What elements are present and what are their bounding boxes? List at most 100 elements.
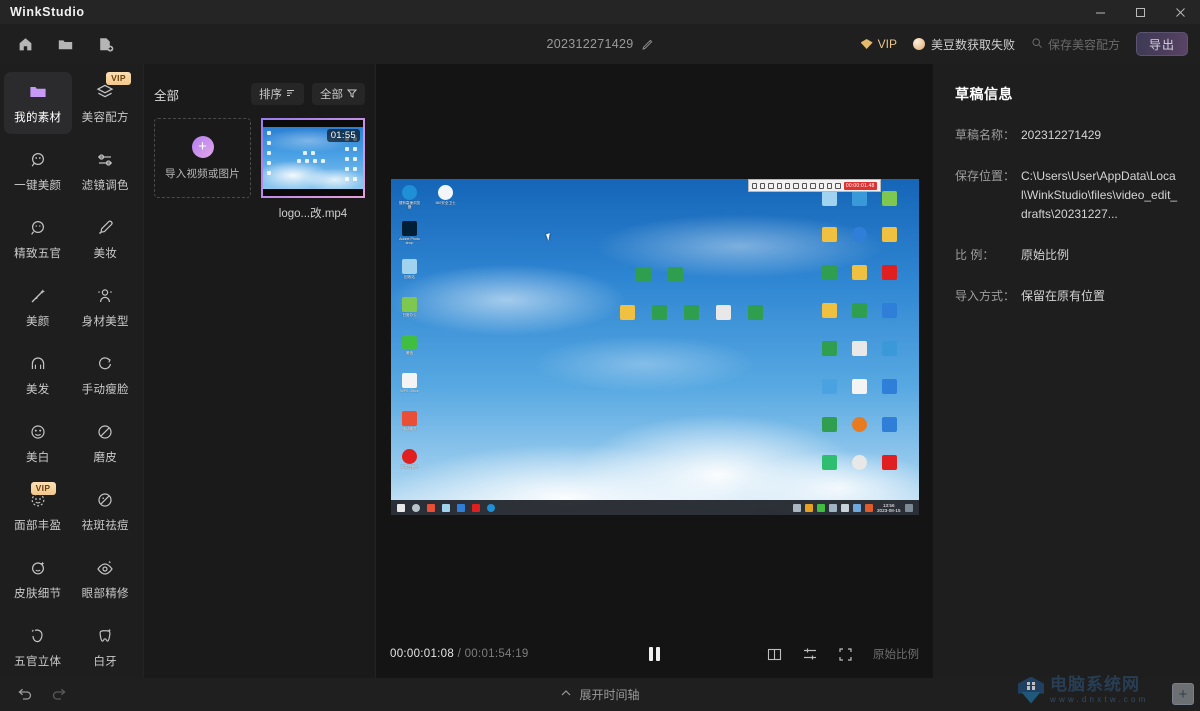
import-media-button[interactable]: + 导入视频或图片 — [154, 118, 251, 198]
split-view-icon[interactable] — [767, 647, 782, 662]
media-thumbnail[interactable]: 01:55 — [261, 118, 365, 198]
highlight-icon — [793, 182, 799, 189]
tool-whiten[interactable]: 美白 — [4, 412, 72, 474]
start-button — [396, 503, 405, 512]
panel-title: 草稿信息 — [955, 86, 1013, 102]
desktop-icon — [819, 303, 841, 318]
new-file-icon[interactable] — [94, 33, 116, 55]
maximize-button[interactable] — [1120, 0, 1160, 24]
filter-button[interactable]: 全部 — [312, 83, 365, 105]
tool-label: 祛斑祛痘 — [81, 520, 129, 532]
bean-status[interactable]: 美豆数获取失败 — [912, 36, 1015, 53]
project-title[interactable]: 202312271429 — [480, 37, 720, 51]
expand-timeline-button[interactable]: 展开时间轴 — [530, 686, 670, 703]
tool-smooth-skin[interactable]: 磨皮 — [72, 412, 140, 474]
tool-beautify[interactable]: 美颜 — [4, 276, 72, 338]
tool-body-shape[interactable]: 身材美型 — [72, 276, 140, 338]
video-preview[interactable]: 搜狗高速浏览器 360安全卫士 Adobe Photoshop 回收站 日常办公… — [390, 179, 919, 515]
info-row-save-path: 保存位置： C:\Users\User\AppData\Local\WinkSt… — [955, 167, 1178, 224]
ratio-button[interactable]: 原始比例 — [873, 646, 919, 662]
save-recipe-button[interactable]: 保存美容配方 — [1031, 36, 1120, 53]
save-recipe-icon — [1031, 37, 1043, 52]
info-key: 保存位置： — [955, 169, 1016, 183]
duration-badge: 01:55 — [326, 129, 360, 142]
desktop-icon — [819, 379, 841, 394]
arrow-icon — [776, 182, 783, 189]
desktop-icon: Adobe Photoshop — [399, 221, 421, 246]
desktop-icon — [819, 227, 841, 242]
info-value: 保留在原有位置 — [1021, 289, 1106, 303]
wand-icon — [28, 285, 48, 307]
tool-blemish-removal[interactable]: 祛斑祛痘 — [72, 480, 140, 542]
export-button[interactable]: 导出 — [1136, 32, 1188, 56]
taskbar-clock: 13:56 2023-08-15 — [877, 502, 901, 513]
chevron-up-icon — [560, 687, 572, 702]
tool-beauty-recipe[interactable]: VIP 美容配方 — [72, 72, 140, 134]
tool-filter-color[interactable]: 滤镜调色 — [72, 140, 140, 202]
undo-icon[interactable] — [16, 686, 33, 703]
tool-teeth-whitening[interactable]: 白牙 — [72, 616, 140, 678]
tool-makeup[interactable]: 美妆 — [72, 208, 140, 270]
slim-face-icon — [95, 353, 115, 375]
title-bar: WinkStudio — [0, 0, 1200, 24]
info-row-draft-name: 草稿名称： 202312271429 — [955, 126, 1178, 145]
trash-icon — [810, 182, 816, 189]
sliders-icon — [95, 149, 115, 171]
desktop-icon — [849, 341, 871, 356]
desktop-icon — [713, 305, 735, 320]
desktop-icon: 回收站 — [399, 259, 421, 279]
tool-my-material[interactable]: 我的素材 — [4, 72, 72, 134]
screen-recorder-toolbar: 00:00:01.48 — [747, 179, 881, 192]
folder-icon[interactable] — [54, 33, 76, 55]
tool-grid: 我的素材 VIP 美容配方 一键美颜 滤镜调色 精致五官 美妆 美颜 身材美型 … — [4, 72, 139, 678]
brush-icon — [95, 217, 115, 239]
desktop-icon — [849, 455, 871, 470]
media-title: 全部 — [154, 88, 180, 103]
tray-icon — [841, 503, 849, 512]
close-button[interactable] — [1160, 0, 1200, 24]
save-recipe-label: 保存美容配方 — [1047, 37, 1120, 52]
player-bar: 00:00:01:08 / 00:01:54:19 原始比例 — [376, 630, 933, 678]
desktop-icon — [879, 303, 901, 318]
tool-face-fill[interactable]: VIP 面部丰盈 — [4, 480, 72, 542]
player-right-controls: 原始比例 — [767, 646, 919, 662]
media-item[interactable]: 01:55 logo...改.mp4 — [261, 118, 365, 221]
tool-skin-detail[interactable]: 皮肤细节 — [4, 548, 72, 610]
tool-hair[interactable]: 美发 — [4, 344, 72, 406]
tool-manual-slim-face[interactable]: 手动瘦脸 — [72, 344, 140, 406]
desktop-icon — [879, 227, 901, 242]
adjust-icon[interactable] — [802, 646, 818, 662]
tray-chevron-icon — [793, 503, 801, 512]
rectangle-icon — [759, 182, 766, 189]
vip-button[interactable]: VIP — [860, 37, 897, 51]
desktop-icon — [819, 265, 841, 280]
show-desktop-button — [904, 503, 913, 512]
tray-icon — [853, 503, 861, 512]
pencil-icon[interactable] — [641, 38, 654, 50]
pause-button[interactable] — [649, 647, 660, 661]
tool-one-tap-beauty[interactable]: 一键美颜 — [4, 140, 72, 202]
ellipse-icon — [768, 182, 774, 189]
desktop-icon — [849, 191, 871, 206]
tray-icon — [829, 503, 837, 512]
tool-eye-retouch[interactable]: 眼部精修 — [72, 548, 140, 610]
media-panel-header: 全部 排序 全部 — [144, 74, 375, 114]
tool-facial-features[interactable]: 精致五官 — [4, 208, 72, 270]
info-key: 草稿名称： — [955, 128, 1016, 142]
tooth-icon — [95, 625, 115, 647]
media-list: + 导入视频或图片 01:55 logo...改.mp4 — [144, 114, 375, 221]
minimize-button[interactable] — [1080, 0, 1120, 24]
tray-icon — [805, 503, 813, 512]
sort-button[interactable]: 排序 — [251, 83, 304, 105]
fullscreen-icon[interactable] — [838, 647, 853, 662]
tray-icon — [817, 503, 825, 512]
media-controls: 排序 全部 — [251, 83, 365, 105]
desktop-icon: 360安全卫士 — [435, 185, 457, 205]
pen-icon — [751, 182, 757, 189]
redo-icon[interactable] — [51, 686, 68, 703]
desktop-icon — [879, 265, 901, 280]
magic-face-icon — [28, 149, 48, 171]
whiten-icon — [28, 421, 48, 443]
home-icon[interactable] — [14, 33, 36, 55]
tool-contour[interactable]: 五官立体 — [4, 616, 72, 678]
